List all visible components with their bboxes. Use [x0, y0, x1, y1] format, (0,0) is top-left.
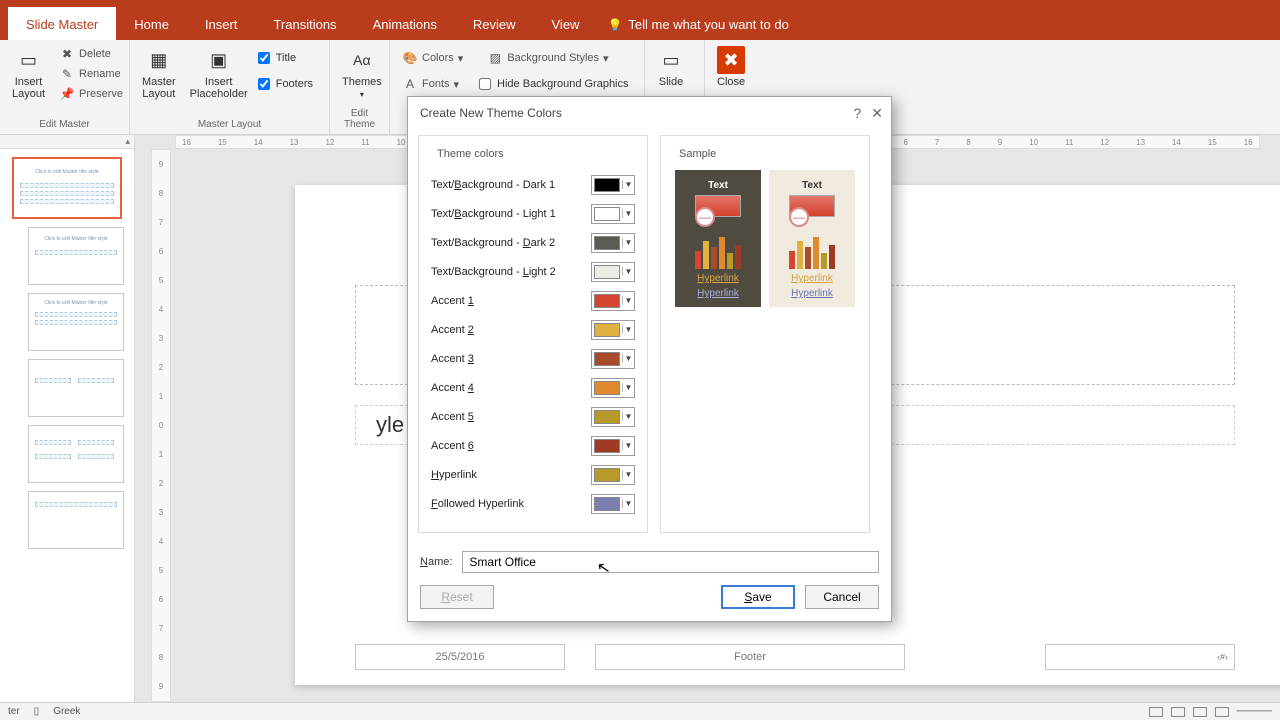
- color-row-9: Accent 6 ▼: [431, 431, 635, 460]
- color-dropdown-3[interactable]: ▼: [591, 262, 635, 282]
- color-row-10: Hyperlink ▼: [431, 460, 635, 489]
- chevron-down-icon: ▼: [622, 267, 634, 276]
- color-dropdown-5[interactable]: ▼: [591, 320, 635, 340]
- theme-colors-heading: Theme colors: [433, 148, 508, 160]
- color-dropdown-6[interactable]: ▼: [591, 349, 635, 369]
- save-button[interactable]: Save: [721, 585, 795, 609]
- chevron-down-icon: ▼: [622, 383, 634, 392]
- sample-light-card: Text — Hyperlink Hyperlink: [769, 170, 855, 307]
- color-swatch: [594, 323, 620, 337]
- color-swatch: [594, 381, 620, 395]
- color-label: Accent 3: [431, 353, 474, 365]
- chevron-down-icon: ▼: [622, 412, 634, 421]
- color-row-4: Accent 1 ▼: [431, 286, 635, 315]
- color-row-2: Text/Background - Dark 2 ▼: [431, 228, 635, 257]
- dialog-title: Create New Theme Colors: [420, 106, 562, 120]
- chevron-down-icon: ▼: [622, 499, 634, 508]
- color-swatch: [594, 207, 620, 221]
- color-row-6: Accent 3 ▼: [431, 344, 635, 373]
- color-row-3: Text/Background - Light 2 ▼: [431, 257, 635, 286]
- chevron-down-icon: ▼: [622, 470, 634, 479]
- chevron-down-icon: ▼: [622, 209, 634, 218]
- color-dropdown-7[interactable]: ▼: [591, 378, 635, 398]
- color-swatch: [594, 352, 620, 366]
- color-row-7: Accent 4 ▼: [431, 373, 635, 402]
- color-swatch: [594, 178, 620, 192]
- color-row-0: Text/Background - Dark 1 ▼: [431, 170, 635, 199]
- color-dropdown-4[interactable]: ▼: [591, 291, 635, 311]
- sample-heading: Sample: [675, 148, 720, 160]
- color-label: Text/Background - Dark 2: [431, 237, 555, 249]
- color-dropdown-2[interactable]: ▼: [591, 233, 635, 253]
- sample-panel: Sample Text — Hyperlink Hyperlink Text —…: [660, 135, 870, 533]
- color-dropdown-10[interactable]: ▼: [591, 465, 635, 485]
- color-label: Accent 6: [431, 440, 474, 452]
- sample-dark-card: Text — Hyperlink Hyperlink: [675, 170, 761, 307]
- dialog-help-button[interactable]: ?: [853, 105, 861, 122]
- reset-button[interactable]: Reset: [420, 585, 494, 609]
- create-theme-colors-dialog: Create New Theme Colors ? ✕ Theme colors…: [407, 96, 892, 622]
- color-dropdown-0[interactable]: ▼: [591, 175, 635, 195]
- color-label: Text/Background - Light 2: [431, 266, 556, 278]
- color-swatch: [594, 294, 620, 308]
- color-row-8: Accent 5 ▼: [431, 402, 635, 431]
- color-label: Text/Background - Light 1: [431, 208, 556, 220]
- dialog-overlay: Create New Theme Colors ? ✕ Theme colors…: [0, 0, 1280, 720]
- chevron-down-icon: ▼: [622, 296, 634, 305]
- theme-name-input[interactable]: [462, 551, 879, 573]
- name-label: Name:: [420, 556, 452, 568]
- color-dropdown-1[interactable]: ▼: [591, 204, 635, 224]
- color-row-1: Text/Background - Light 1 ▼: [431, 199, 635, 228]
- color-swatch: [594, 468, 620, 482]
- chevron-down-icon: ▼: [622, 325, 634, 334]
- color-label: Text/Background - Dark 1: [431, 179, 555, 191]
- dialog-titlebar[interactable]: Create New Theme Colors ? ✕: [408, 97, 891, 129]
- color-dropdown-11[interactable]: ▼: [591, 494, 635, 514]
- dialog-close-button[interactable]: ✕: [871, 105, 883, 122]
- chevron-down-icon: ▼: [622, 441, 634, 450]
- cancel-button[interactable]: Cancel: [805, 585, 879, 609]
- color-label: Hyperlink: [431, 469, 477, 481]
- color-swatch: [594, 497, 620, 511]
- color-swatch: [594, 265, 620, 279]
- color-swatch: [594, 439, 620, 453]
- chevron-down-icon: ▼: [622, 238, 634, 247]
- color-dropdown-9[interactable]: ▼: [591, 436, 635, 456]
- color-swatch: [594, 410, 620, 424]
- color-label: Accent 5: [431, 411, 474, 423]
- color-row-5: Accent 2 ▼: [431, 315, 635, 344]
- color-dropdown-8[interactable]: ▼: [591, 407, 635, 427]
- color-swatch: [594, 236, 620, 250]
- color-row-11: Followed Hyperlink ▼: [431, 489, 635, 518]
- chevron-down-icon: ▼: [622, 354, 634, 363]
- color-label: Accent 2: [431, 324, 474, 336]
- color-label: Accent 4: [431, 382, 474, 394]
- color-label: Followed Hyperlink: [431, 498, 524, 510]
- chevron-down-icon: ▼: [622, 180, 634, 189]
- theme-colors-panel: Theme colors Text/Background - Dark 1 ▼ …: [418, 135, 648, 533]
- color-label: Accent 1: [431, 295, 474, 307]
